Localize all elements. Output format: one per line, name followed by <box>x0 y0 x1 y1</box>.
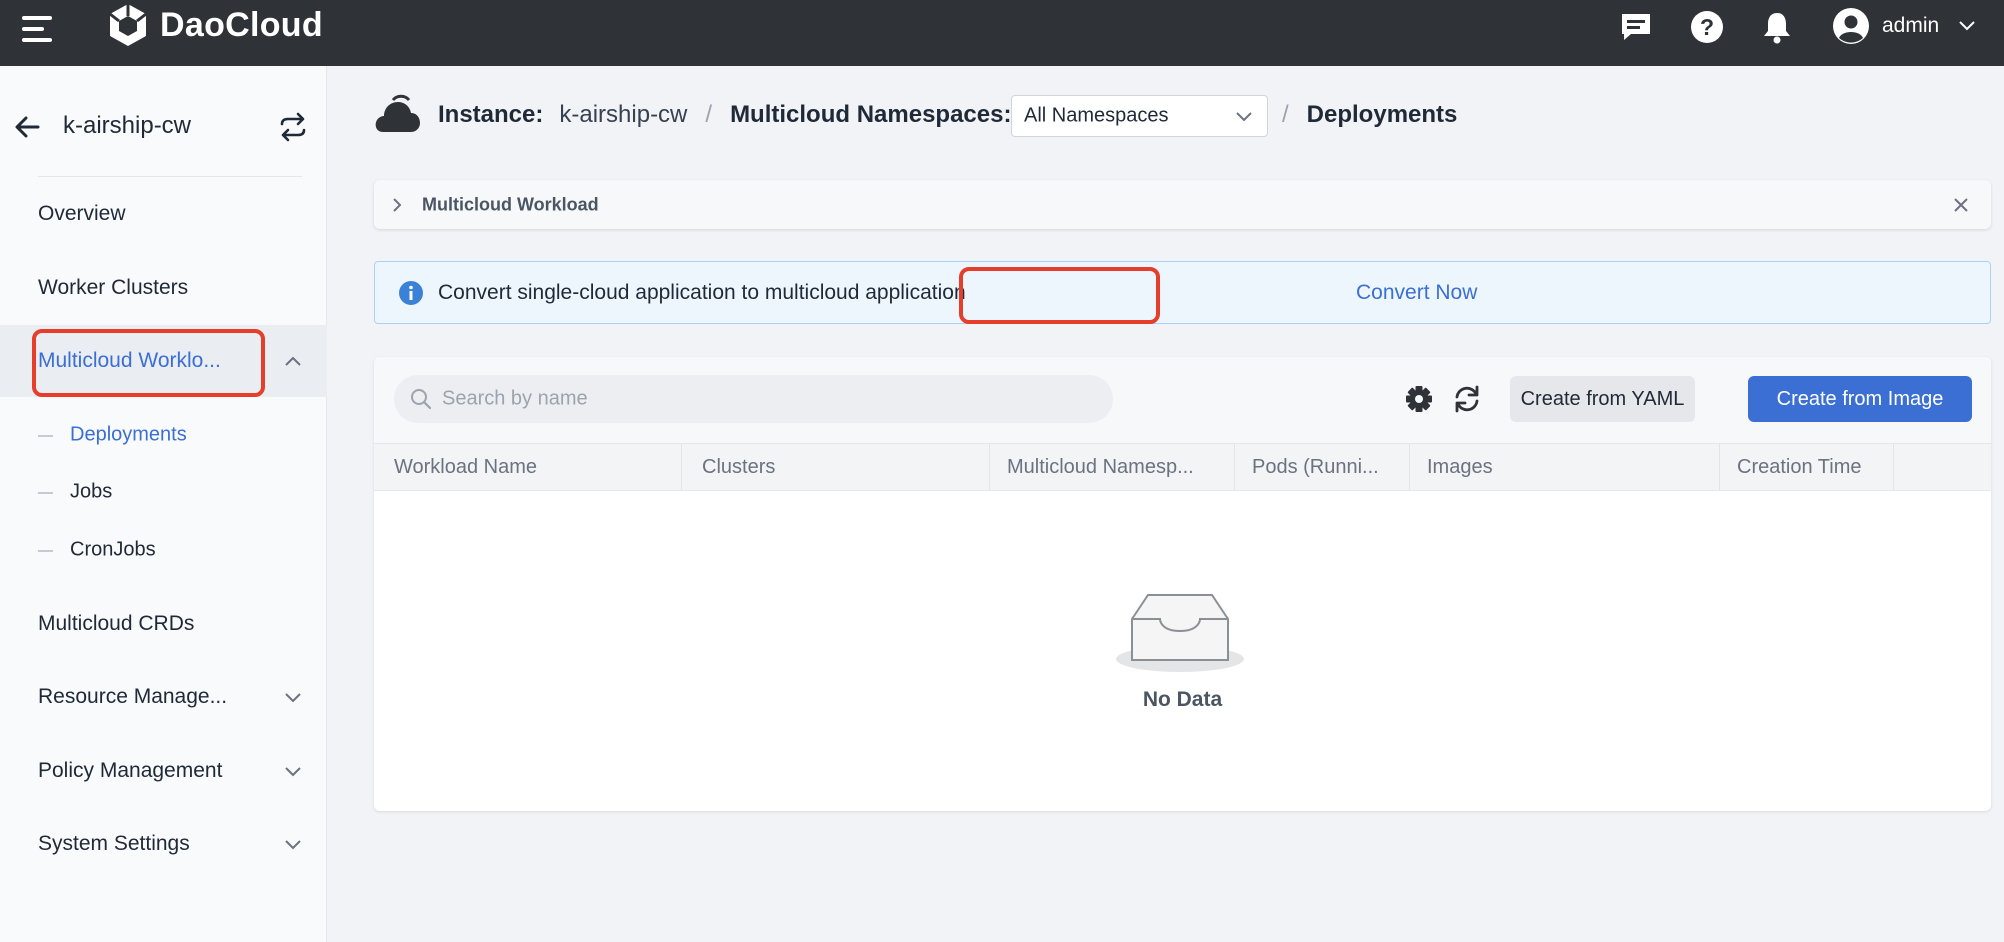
sidebar-item-overview[interactable]: Overview <box>0 178 327 250</box>
table-toolbar: Search by name Create from YAML Create f… <box>374 357 1991 443</box>
sidebar-header: k-airship-cw <box>0 102 327 152</box>
search-icon <box>411 389 432 410</box>
instance-name: k-airship-cw <box>63 112 192 139</box>
menu-icon[interactable] <box>22 16 52 44</box>
breadcrumb-page: / Deployments <box>1282 95 1457 135</box>
alert-text: Convert single-cloud application to mult… <box>438 280 966 304</box>
column-clusters[interactable]: Clusters <box>682 444 990 490</box>
panel-title: Multicloud Workload <box>422 194 599 214</box>
column-pods[interactable]: Pods (Runni... <box>1235 444 1410 490</box>
svg-text:?: ? <box>1700 14 1714 40</box>
column-workload-name[interactable]: Workload Name <box>374 444 682 490</box>
table-header: Workload Name Clusters Multicloud Namesp… <box>374 443 1991 491</box>
namespace-select[interactable]: All Namespaces <box>1011 95 1268 137</box>
workload-table-card: Search by name Create from YAML Create f… <box>374 357 1991 811</box>
sidebar-divider <box>38 176 302 177</box>
chevron-down-icon <box>1959 21 1975 31</box>
cloud-icon <box>375 94 420 132</box>
multicloud-workload-panel[interactable]: Multicloud Workload <box>374 180 1991 229</box>
empty-state: No Data <box>374 491 1991 811</box>
dash <box>38 435 53 437</box>
sidebar: k-airship-cw Overview Worker Clusters Mu… <box>0 66 327 942</box>
chevron-down-icon <box>285 767 301 777</box>
sidebar-item-resource-management[interactable]: Resource Manage... <box>0 661 327 733</box>
gear-icon[interactable] <box>1403 383 1435 415</box>
breadcrumb-instance[interactable]: k-airship-cw <box>559 101 687 129</box>
convert-alert: Convert single-cloud application to mult… <box>374 261 1991 324</box>
create-from-yaml-button[interactable]: Create from YAML <box>1510 376 1695 422</box>
breadcrumb-namespaces-label: Multicloud Namespaces: <box>730 101 1012 128</box>
sidebar-item-label: Multicloud Worklo... <box>38 349 221 372</box>
sidebar-item-system-settings[interactable]: System Settings <box>0 808 327 880</box>
message-icon[interactable] <box>1619 10 1653 44</box>
info-icon <box>399 281 423 305</box>
sidebar-subitem-label: Jobs <box>70 480 113 503</box>
chevron-down-icon <box>1236 112 1252 122</box>
convert-now-link[interactable]: Convert Now <box>1356 281 1477 305</box>
close-icon[interactable] <box>1953 197 1969 213</box>
top-bar: DaoCloud ? admin <box>0 0 2004 66</box>
sidebar-item-multicloud-crds[interactable]: Multicloud CRDs <box>0 588 327 660</box>
breadcrumb: Instance: k-airship-cw / Multicloud Name… <box>438 95 1011 135</box>
sidebar-subitem-cronjobs[interactable]: CronJobs <box>0 526 327 574</box>
empty-text: No Data <box>1142 688 1223 711</box>
column-images[interactable]: Images <box>1410 444 1720 490</box>
logo[interactable]: DaoCloud <box>106 2 323 48</box>
user-menu[interactable]: admin <box>1832 8 1975 44</box>
sidebar-subitem-jobs[interactable]: Jobs <box>0 468 327 516</box>
sidebar-item-label: Resource Manage... <box>38 685 228 708</box>
sidebar-item-label: Policy Management <box>38 759 223 782</box>
sidebar-subitem-label: CronJobs <box>70 538 156 561</box>
sidebar-item-label: System Settings <box>38 832 190 855</box>
sidebar-item-label: Multicloud CRDs <box>38 612 195 635</box>
chevron-down-icon <box>285 840 301 850</box>
chevron-right-icon <box>393 198 402 212</box>
column-multicloud-namespace[interactable]: Multicloud Namesp... <box>990 444 1235 490</box>
switch-instance-icon[interactable] <box>278 112 308 142</box>
back-arrow-icon[interactable] <box>12 112 42 142</box>
sidebar-item-multicloud-workloads[interactable]: Multicloud Worklo... <box>0 325 327 397</box>
breadcrumb-current-page: Deployments <box>1306 101 1458 128</box>
sidebar-item-policy-management[interactable]: Policy Management <box>0 735 327 807</box>
column-creation-time[interactable]: Creation Time <box>1720 444 1894 490</box>
breadcrumb-instance-label: Instance: <box>438 101 544 128</box>
sidebar-item-worker-clusters[interactable]: Worker Clusters <box>0 252 327 324</box>
namespace-select-value: All Namespaces <box>1024 104 1169 127</box>
sidebar-item-label: Worker Clusters <box>38 276 189 299</box>
search-placeholder: Search by name <box>442 387 588 410</box>
create-from-image-button[interactable]: Create from Image <box>1748 376 1972 422</box>
user-avatar-icon <box>1833 8 1869 44</box>
dash <box>38 492 53 494</box>
chevron-down-icon <box>285 693 301 703</box>
breadcrumb-separator: / <box>1282 101 1289 128</box>
brand-name: DaoCloud <box>160 5 323 44</box>
help-icon[interactable]: ? <box>1690 10 1724 44</box>
sidebar-subitem-label: Deployments <box>70 423 187 446</box>
sidebar-item-label: Overview <box>38 202 126 225</box>
search-input[interactable]: Search by name <box>394 375 1113 423</box>
empty-inbox-icon <box>1116 594 1244 672</box>
user-name: admin <box>1882 14 1940 37</box>
breadcrumb-separator: / <box>705 101 713 128</box>
daocloud-logo-icon <box>109 4 147 46</box>
chevron-up-icon <box>285 356 301 366</box>
bell-icon[interactable] <box>1760 10 1794 44</box>
sidebar-subitem-deployments[interactable]: Deployments <box>0 411 327 459</box>
dash <box>38 550 53 552</box>
refresh-icon[interactable] <box>1451 383 1483 415</box>
